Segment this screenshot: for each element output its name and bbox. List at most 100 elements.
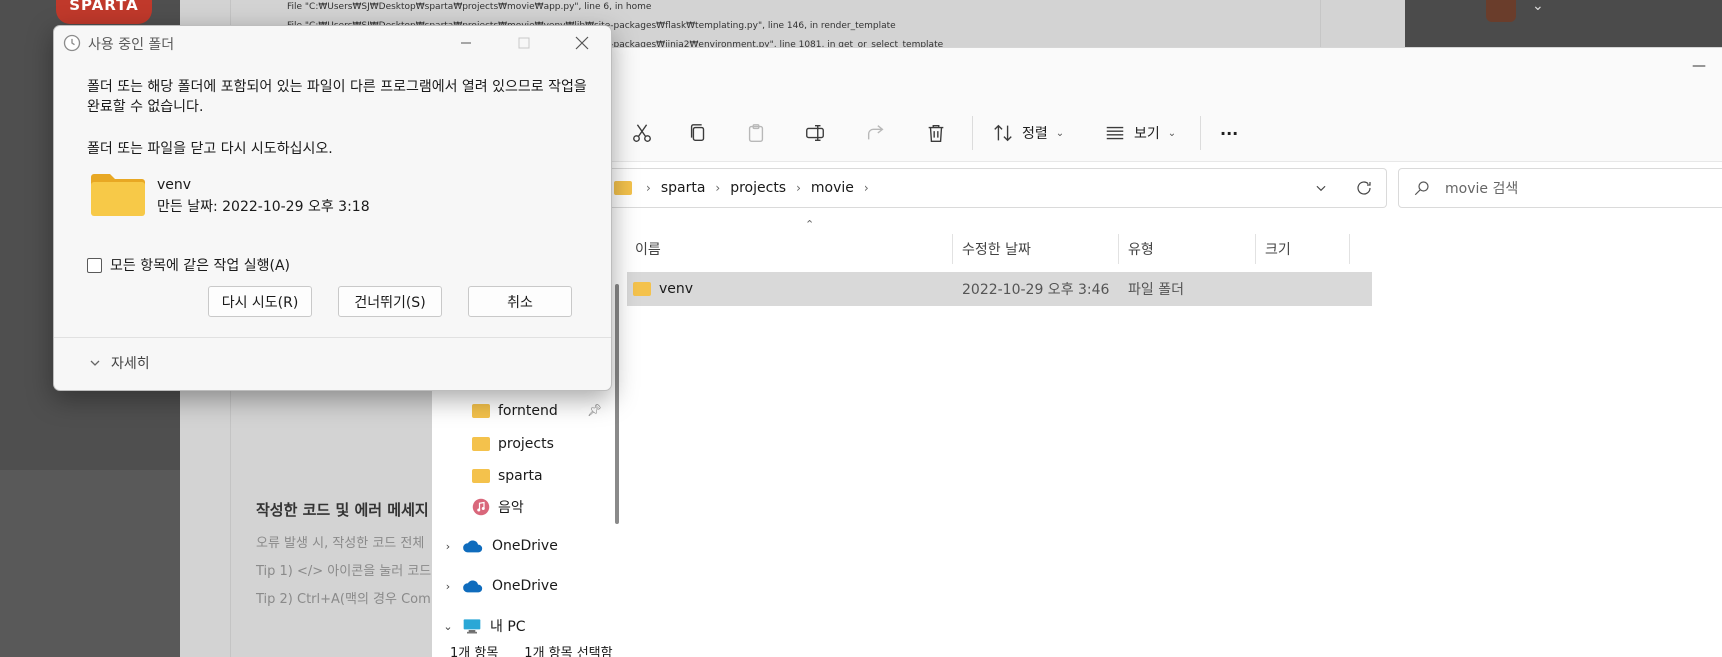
onedrive-cloud-icon bbox=[462, 578, 484, 594]
sort-button[interactable]: 정렬 ⌄ bbox=[992, 118, 1064, 148]
nav-scrollbar[interactable] bbox=[615, 284, 619, 524]
search-icon bbox=[1414, 181, 1429, 196]
refresh-icon[interactable] bbox=[1350, 174, 1378, 202]
breadcrumb-item[interactable]: movie bbox=[811, 180, 854, 196]
folder-icon bbox=[472, 469, 490, 483]
explorer-toolbar: 정렬 ⌄ 보기 ⌄ ··· bbox=[432, 102, 1722, 162]
column-header-type[interactable]: 유형 bbox=[1120, 234, 1250, 264]
nav-item-label: OneDrive bbox=[492, 538, 558, 554]
nav-item-label: OneDrive bbox=[492, 578, 558, 594]
modified-date-cell: 2022-10-29 오후 3:46 bbox=[962, 282, 1110, 298]
nav-item-label: sparta bbox=[498, 468, 543, 484]
pc-icon bbox=[462, 617, 482, 635]
folder-icon bbox=[472, 404, 490, 418]
column-header-modified[interactable]: 수정한 날짜 bbox=[954, 234, 1114, 264]
selection-count: 1개 항목 선택함 bbox=[524, 646, 613, 657]
minimize-icon[interactable]: — bbox=[1687, 58, 1711, 74]
sort-ascending-icon: ⌃ bbox=[805, 218, 815, 231]
nav-item-this-pc[interactable]: ⌄ 내 PC bbox=[442, 612, 526, 640]
nav-item-forntend[interactable]: forntend bbox=[472, 397, 558, 425]
chevron-right-icon[interactable]: › bbox=[646, 181, 651, 195]
folder-icon bbox=[633, 282, 651, 296]
chevron-down-icon: ⌄ bbox=[1055, 127, 1065, 139]
chevron-down-icon bbox=[90, 360, 100, 366]
pin-icon[interactable]: 📌︎ bbox=[587, 403, 602, 417]
nav-item-label: forntend bbox=[498, 403, 558, 419]
nav-item-sparta[interactable]: sparta bbox=[472, 462, 543, 490]
nav-item-projects[interactable]: projects bbox=[472, 430, 554, 458]
clock-icon bbox=[63, 34, 81, 52]
dialog-message: 폴더 또는 해당 폴더에 포함되어 있는 파일이 다른 프로그램에서 열려 있으… bbox=[87, 79, 587, 115]
guide-text: Tip 1) </> 아이콘을 눌러 코드 bbox=[256, 564, 432, 579]
file-name: venv bbox=[659, 281, 694, 297]
column-header-size[interactable]: 크기 bbox=[1257, 234, 1347, 264]
chevron-down-icon[interactable] bbox=[1308, 174, 1334, 202]
minimize-icon[interactable] bbox=[451, 31, 481, 55]
column-divider[interactable] bbox=[1118, 234, 1119, 264]
apply-all-label: 모든 항목에 같은 작업 실행(A) bbox=[110, 258, 290, 274]
address-row: › sparta › projects › movie › movie 검색 bbox=[432, 162, 1722, 214]
nav-item-label: 음악 bbox=[498, 500, 524, 516]
share-icon[interactable] bbox=[859, 116, 893, 150]
column-divider[interactable] bbox=[952, 234, 953, 264]
file-name-cell: venv bbox=[633, 272, 693, 306]
file-list: ⌃ 이름 수정한 날짜 유형 크기 venv 2022-10-29 오후 3:4… bbox=[627, 214, 1722, 657]
column-divider[interactable] bbox=[1255, 234, 1256, 264]
nav-item-label: projects bbox=[498, 436, 554, 452]
chevron-right-icon[interactable]: › bbox=[715, 181, 720, 195]
chevron-right-icon[interactable]: › bbox=[442, 540, 454, 553]
sort-label: 정렬 bbox=[1022, 126, 1048, 142]
chevron-right-icon[interactable]: › bbox=[796, 181, 801, 195]
search-input[interactable]: movie 검색 bbox=[1398, 168, 1722, 208]
cancel-button[interactable]: 취소 bbox=[468, 286, 572, 317]
chevron-down-icon: ⌄ bbox=[1167, 127, 1177, 139]
delete-icon[interactable] bbox=[919, 116, 953, 150]
breadcrumb-item[interactable]: sparta bbox=[661, 180, 706, 196]
sparta-logo: SPARTA bbox=[56, 0, 152, 24]
music-icon bbox=[472, 498, 490, 516]
onedrive-cloud-icon bbox=[462, 538, 484, 554]
details-toggle[interactable]: 자세히 bbox=[89, 353, 150, 373]
nav-item-label: 내 PC bbox=[490, 619, 526, 635]
file-explorer-window: — 정렬 ⌄ 보기 ⌄ ··· › sparta › projects › mo… bbox=[432, 47, 1722, 657]
chevron-down-icon[interactable]: ⌄ bbox=[442, 620, 454, 633]
column-header-name[interactable]: 이름 bbox=[627, 234, 947, 264]
rename-icon[interactable] bbox=[798, 116, 832, 150]
chevron-down-icon[interactable]: ⌄ bbox=[1532, 0, 1544, 14]
column-divider[interactable] bbox=[1349, 234, 1350, 264]
nav-item-onedrive[interactable]: › OneDrive bbox=[442, 572, 558, 600]
view-button[interactable]: 보기 ⌄ bbox=[1104, 118, 1176, 148]
table-row[interactable]: venv 2022-10-29 오후 3:46 파일 폴더 bbox=[627, 272, 1372, 306]
guide-text: 오류 발생 시, 작성한 코드 전체 bbox=[256, 536, 425, 551]
view-label: 보기 bbox=[1134, 126, 1160, 142]
sort-icon bbox=[994, 124, 1012, 142]
apply-all-checkbox-row[interactable]: 모든 항목에 같은 작업 실행(A) bbox=[87, 255, 290, 275]
status-bar: 1개 항목 1개 항목 선택함 bbox=[432, 642, 1722, 657]
item-count: 1개 항목 bbox=[450, 646, 499, 657]
nav-item-onedrive[interactable]: › OneDrive bbox=[442, 532, 558, 560]
view-icon bbox=[1106, 126, 1124, 140]
folder-icon bbox=[91, 174, 145, 216]
dialog-item-date: 만든 날짜: 2022-10-29 오후 3:18 bbox=[157, 199, 370, 215]
maximize-icon[interactable] bbox=[509, 31, 539, 55]
dialog-divider bbox=[54, 337, 611, 338]
apply-all-checkbox[interactable] bbox=[87, 257, 102, 273]
close-icon[interactable] bbox=[567, 31, 597, 55]
section-heading: 작성한 코드 및 에러 메세지 bbox=[256, 501, 429, 519]
dialog-titlebar[interactable]: 사용 중인 폴더 bbox=[54, 26, 611, 60]
nav-item-music[interactable]: 음악 bbox=[472, 493, 524, 521]
avatar[interactable] bbox=[1486, 0, 1516, 22]
chevron-right-icon[interactable]: › bbox=[442, 580, 454, 593]
guide-text: Tip 2) Ctrl+A(맥의 경우 Com bbox=[256, 592, 431, 607]
folder-icon bbox=[472, 437, 490, 451]
breadcrumb-item[interactable]: projects bbox=[730, 180, 786, 196]
more-options-button[interactable]: ··· bbox=[1220, 118, 1238, 148]
cut-icon[interactable] bbox=[625, 116, 659, 150]
folder-icon bbox=[614, 181, 632, 195]
skip-button[interactable]: 건너뛰기(S) bbox=[338, 286, 442, 317]
paste-icon[interactable] bbox=[739, 116, 773, 150]
retry-button[interactable]: 다시 시도(R) bbox=[208, 286, 312, 317]
toolbar-separator bbox=[972, 116, 973, 150]
chevron-right-icon[interactable]: › bbox=[864, 181, 869, 195]
copy-icon[interactable] bbox=[681, 116, 715, 150]
